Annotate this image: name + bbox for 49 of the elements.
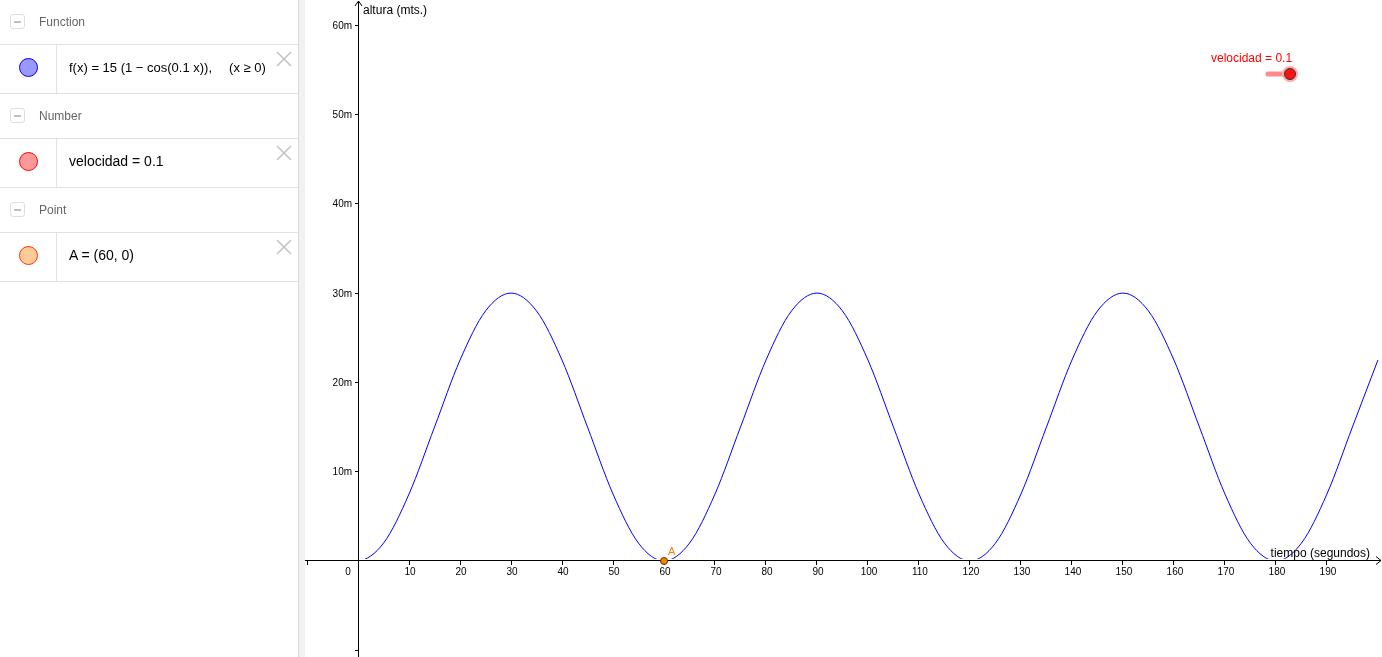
y-tick-label: 30m bbox=[332, 287, 353, 299]
point-marker[interactable] bbox=[660, 557, 668, 565]
close-icon[interactable] bbox=[276, 239, 292, 255]
collapse-button[interactable] bbox=[10, 108, 25, 123]
point-label: A bbox=[668, 545, 676, 557]
y-tick-label: 40m bbox=[332, 198, 353, 210]
x-tick-label: 80 bbox=[761, 566, 773, 578]
x-tick-label: 10 bbox=[404, 566, 416, 578]
x-tick-label: 180 bbox=[1268, 566, 1286, 578]
algebra-condition: (x ≥ 0) bbox=[229, 58, 266, 77]
collapse-button[interactable] bbox=[10, 14, 25, 29]
algebra-entry[interactable]: A = (60, 0) bbox=[69, 245, 134, 266]
minus-icon bbox=[14, 20, 21, 23]
x-tick-label: 50 bbox=[608, 566, 620, 578]
close-icon[interactable] bbox=[276, 51, 292, 67]
x-tick-label: 190 bbox=[1319, 566, 1337, 578]
x-tick-label: 120 bbox=[962, 566, 980, 578]
y-axis-label: altura (mts.) bbox=[363, 3, 428, 17]
x-tick-label: 30 bbox=[506, 566, 518, 578]
collapse-button[interactable] bbox=[10, 202, 25, 217]
group-title: Point bbox=[39, 201, 67, 219]
x-tick-label: 130 bbox=[1013, 566, 1031, 578]
x-tick-label: 90 bbox=[812, 566, 824, 578]
group-title: Number bbox=[39, 107, 82, 125]
x-tick-label: 70 bbox=[710, 566, 722, 578]
x-tick-label: 40 bbox=[557, 566, 569, 578]
minus-icon bbox=[14, 114, 21, 117]
y-tick-label: 10m bbox=[332, 466, 353, 478]
close-icon[interactable] bbox=[276, 145, 292, 161]
y-tick-label: 20m bbox=[332, 376, 353, 388]
origin-label: 0 bbox=[345, 566, 351, 578]
slider-track[interactable] bbox=[1265, 66, 1298, 82]
y-tick-label: 50m bbox=[332, 109, 353, 120]
group-title: Function bbox=[39, 13, 86, 31]
x-tick-label: 20 bbox=[455, 566, 467, 578]
slider-thumb[interactable] bbox=[1282, 66, 1298, 82]
minus-icon bbox=[14, 208, 21, 211]
y-tick-label: 60m bbox=[332, 19, 353, 31]
x-tick-label: 110 bbox=[912, 566, 928, 578]
x-tick-label: 140 bbox=[1064, 566, 1082, 578]
x-tick-label: 150 bbox=[1115, 566, 1133, 578]
algebra-entry[interactable]: f(x) = 15 (1 − cos(0.1 x)), bbox=[69, 57, 213, 78]
algebra-entry[interactable]: velocidad = 0.1 bbox=[69, 151, 164, 172]
x-tick-label: 100 bbox=[860, 566, 878, 578]
x-tick-label: 170 bbox=[1217, 566, 1235, 578]
slider-label: velocidad = 0.1 bbox=[1211, 51, 1293, 65]
x-tick-label: 60 bbox=[659, 566, 671, 578]
x-axis-label: tiempo (segundos) bbox=[1270, 546, 1370, 560]
x-tick-label: 160 bbox=[1166, 566, 1184, 578]
